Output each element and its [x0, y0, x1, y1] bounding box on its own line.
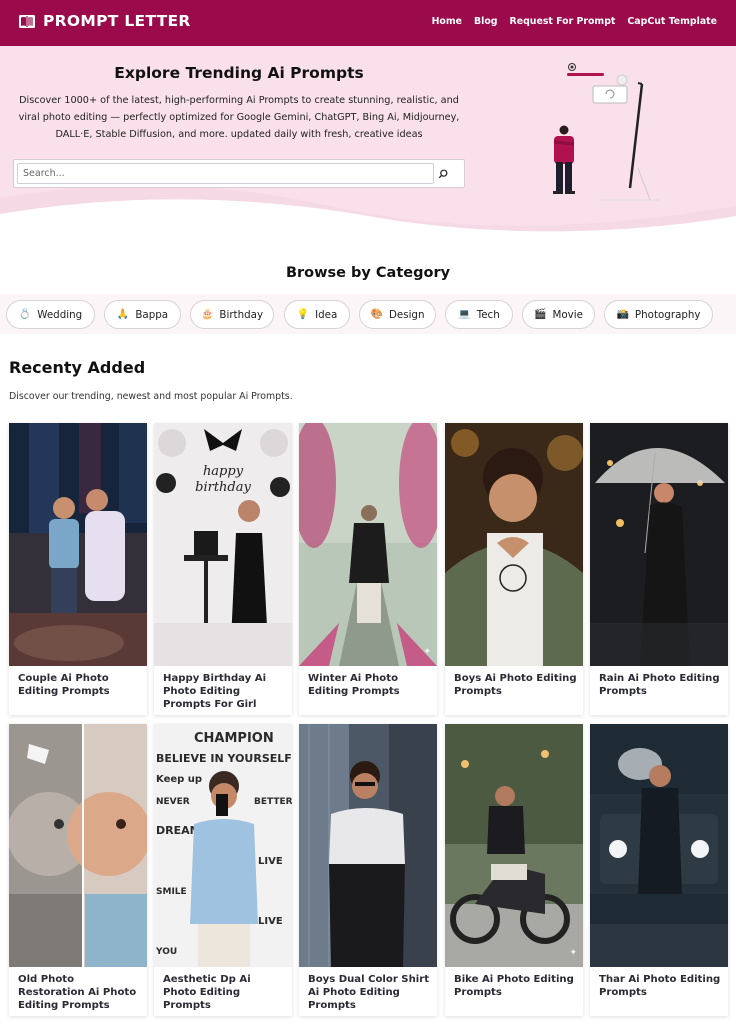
palette-icon: 🎨	[370, 309, 383, 320]
svg-text:BETTER: BETTER	[254, 797, 292, 807]
card-thumbnail	[299, 724, 437, 967]
nav-request-prompt[interactable]: Request For Prompt	[510, 16, 616, 27]
card-title: Boys Dual Color Shirt Ai Photo Editing P…	[308, 974, 430, 1011]
svg-text:happy: happy	[203, 464, 244, 479]
svg-text:LIVE: LIVE	[258, 916, 283, 927]
prompt-card[interactable]: CHAMPION BELIEVE IN YOURSELF Keep up NEV…	[154, 724, 292, 1016]
nav-blog[interactable]: Blog	[474, 16, 498, 27]
prompt-card[interactable]: Boys Ai Photo Editing Prompts	[445, 423, 583, 715]
camera-icon: 📸	[616, 309, 629, 320]
category-label: Movie	[552, 308, 583, 321]
search-button[interactable]	[422, 160, 464, 187]
prompt-card[interactable]: Rain Ai Photo Editing Prompts	[590, 423, 728, 715]
site-logo[interactable]: PROMPT LETTER	[18, 12, 191, 30]
category-label: Bappa	[135, 308, 169, 321]
category-label: Photography	[634, 308, 701, 321]
category-label: Wedding	[37, 308, 83, 321]
card-title: Rain Ai Photo Editing Prompts	[599, 673, 720, 697]
cake-icon: 🎂	[200, 309, 214, 320]
recent-title: Recenty Added	[9, 358, 146, 377]
category-label: Birthday	[219, 308, 264, 321]
card-thumbnail	[9, 724, 147, 967]
category-bappa[interactable]: 🙏 Bappa	[104, 300, 181, 329]
search-input[interactable]	[17, 163, 434, 184]
svg-text:BELIEVE IN YOURSELF: BELIEVE IN YOURSELF	[156, 752, 292, 765]
pray-icon: 🙏	[116, 309, 130, 320]
category-tech[interactable]: 💻 Tech	[445, 300, 513, 329]
prompt-card[interactable]: Couple Ai Photo Editing Prompts	[9, 423, 147, 715]
category-idea[interactable]: 💡 Idea	[284, 300, 350, 329]
svg-text:NEVER: NEVER	[156, 797, 190, 807]
category-label: Design	[388, 308, 425, 321]
book-icon	[19, 14, 35, 28]
svg-text:CHAMPION: CHAMPION	[194, 731, 274, 746]
prompt-card[interactable]: Thar Ai Photo Editing Prompts	[590, 724, 728, 1016]
ring-icon: 💍	[18, 309, 32, 320]
card-title: Winter Ai Photo Editing Prompts	[308, 673, 400, 697]
clapper-icon: 🎬	[534, 309, 547, 320]
category-label: Tech	[476, 308, 500, 321]
sparkle-icon: ✦	[423, 647, 431, 657]
prompt-card[interactable]: Boys Dual Color Shirt Ai Photo Editing P…	[299, 724, 437, 1016]
prompt-card[interactable]: happy birthday Happy Birthday Ai Photo E…	[154, 423, 292, 715]
card-thumbnail	[299, 423, 437, 666]
card-thumbnail	[590, 423, 728, 666]
card-title: Happy Birthday Ai Photo Editing Prompts …	[163, 673, 267, 710]
search-icon	[438, 169, 448, 178]
card-title: Boys Ai Photo Editing Prompts	[454, 673, 577, 697]
prompt-card[interactable]: ✦ Winter Ai Photo Editing Prompts	[299, 423, 437, 715]
prompt-card[interactable]: ✦ Bike Ai Photo Editing Prompts	[445, 724, 583, 1016]
logo-text: PROMPT LETTER	[43, 12, 191, 30]
sparkle-icon: ✦	[569, 948, 577, 958]
card-thumbnail	[445, 724, 583, 967]
svg-text:birthday: birthday	[195, 480, 251, 495]
svg-text:LIVE: LIVE	[258, 856, 283, 867]
card-title: Couple Ai Photo Editing Prompts	[18, 673, 110, 697]
svg-text:SMILE: SMILE	[156, 887, 187, 897]
category-wedding[interactable]: 💍 Wedding	[6, 300, 95, 329]
card-title: Old Photo Restoration Ai Photo Editing P…	[18, 974, 137, 1011]
category-movie[interactable]: 🎬 Movie	[522, 300, 595, 329]
card-thumbnail	[9, 423, 147, 666]
card-title: Thar Ai Photo Editing Prompts	[599, 974, 721, 998]
prompt-card[interactable]: Old Photo Restoration Ai Photo Editing P…	[9, 724, 147, 1016]
card-thumbnail: CHAMPION BELIEVE IN YOURSELF Keep up NEV…	[154, 724, 292, 967]
bulb-icon: 💡	[296, 309, 310, 320]
category-birthday[interactable]: 🎂 Birthday	[190, 300, 274, 329]
hero-description: Discover 1000+ of the latest, high-perfo…	[18, 95, 460, 140]
svg-text:Keep up: Keep up	[156, 774, 202, 785]
search-box	[13, 159, 465, 188]
card-thumbnail	[445, 423, 583, 666]
recent-subtitle: Discover our trending, newest and most p…	[9, 391, 293, 402]
hero-title: Explore Trending Ai Prompts	[114, 64, 364, 82]
nav-capcut-template[interactable]: CapCut Template	[627, 16, 717, 27]
svg-text:YOU: YOU	[155, 947, 177, 957]
category-photography[interactable]: 📸 Photography	[604, 300, 713, 329]
card-title: Bike Ai Photo Editing Prompts	[454, 974, 574, 998]
laptop-icon: 💻	[458, 309, 471, 320]
main-nav: Home Blog Request For Prompt CapCut Temp…	[432, 16, 717, 27]
category-bar: 💍 Wedding 🙏 Bappa 🎂 Birthday 💡 Idea 🎨 De…	[0, 294, 736, 334]
site-header: PROMPT LETTER Home Blog Request For Prom…	[0, 0, 736, 46]
hero-section: Explore Trending Ai Prompts Discover 100…	[0, 46, 736, 238]
nav-home[interactable]: Home	[432, 16, 462, 27]
category-label: Idea	[315, 308, 338, 321]
category-design[interactable]: 🎨 Design	[359, 300, 436, 329]
card-thumbnail: happy birthday	[154, 423, 292, 666]
hero-illustration	[553, 63, 660, 201]
card-title: Aesthetic Dp Ai Photo Editing Prompts	[163, 974, 251, 1011]
card-thumbnail	[590, 724, 728, 967]
browse-title: Browse by Category	[285, 265, 451, 281]
